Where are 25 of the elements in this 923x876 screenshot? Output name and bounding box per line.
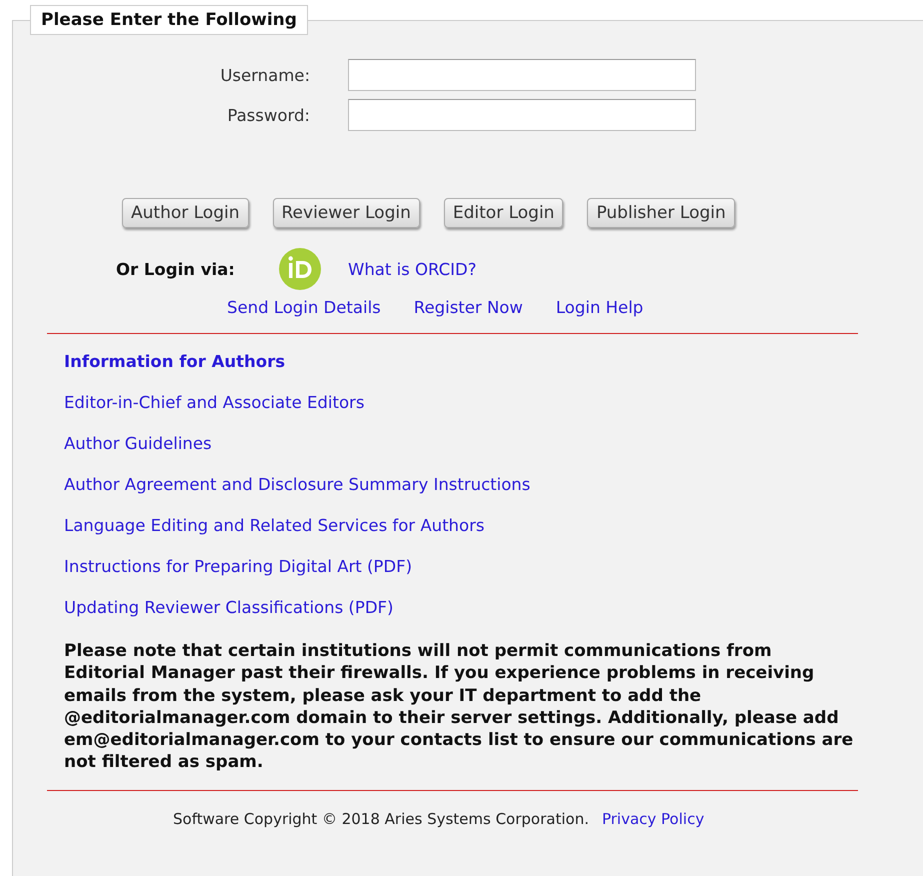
- login-button[interactable]: Reviewer Login: [272, 198, 420, 228]
- login-button[interactable]: Publisher Login: [587, 198, 735, 228]
- login-button[interactable]: Author Login: [122, 198, 248, 228]
- info-link[interactable]: Author Guidelines: [64, 434, 212, 453]
- orcid-label: Or Login via:: [116, 260, 236, 278]
- info-link[interactable]: Author Agreement and Disclosure Summary Instructions: [64, 475, 530, 494]
- panel-legend: Please Enter the Following: [30, 5, 308, 35]
- login-link[interactable]: Send Login Details: [227, 298, 381, 317]
- login-link[interactable]: Register Now: [414, 298, 523, 317]
- field-label: Password:: [227, 106, 310, 124]
- password-field[interactable]: [348, 99, 696, 131]
- privacy-link[interactable]: Privacy Policy: [602, 810, 704, 828]
- orcid-link[interactable]: What is ORCID?: [348, 260, 477, 278]
- username-field[interactable]: [348, 59, 696, 91]
- login-link[interactable]: Login Help: [556, 298, 644, 317]
- copyright-text: Software Copyright © 2018 Aries Systems Corporation.: [173, 810, 589, 828]
- field-label: Username:: [220, 66, 310, 84]
- info-heading: Information for Authors: [64, 352, 286, 371]
- info-link[interactable]: Updating Reviewer Classifications (PDF): [64, 598, 394, 617]
- notice-text: Please note that certain institutions will not permit communications from Editorial Manager past their firewalls. If you experience problems in receiving emails from the system, please ask your IT department to add the @editorialmanager.com domain to their server settings. Additionally, please add em@editorialmanager.com to your contacts list to ensure our communications are not filtered as spam.: [64, 640, 854, 774]
- login-button[interactable]: Editor Login: [444, 198, 564, 228]
- info-link[interactable]: Editor-in-Chief and Associate Editors: [64, 393, 364, 412]
- orcid-icon[interactable]: [279, 248, 321, 290]
- info-link[interactable]: Language Editing and Related Services for Authors: [64, 516, 484, 535]
- info-link[interactable]: Instructions for Preparing Digital Art (PDF): [64, 557, 412, 576]
